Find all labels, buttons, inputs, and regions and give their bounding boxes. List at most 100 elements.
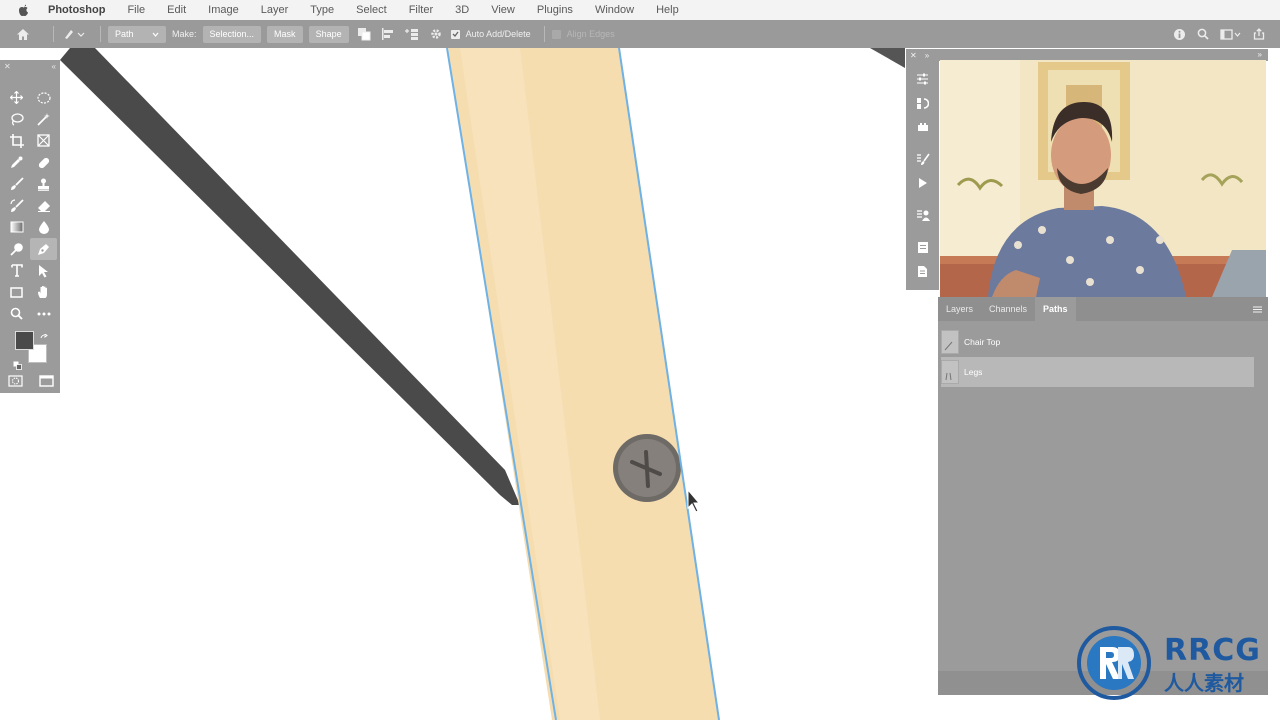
- path-mode-select[interactable]: Path: [108, 25, 166, 43]
- align-edges-label: Align Edges: [566, 29, 615, 39]
- pen-tool-preset-icon[interactable]: [61, 25, 87, 43]
- menu-image[interactable]: Image: [208, 4, 239, 16]
- home-icon[interactable]: [14, 25, 32, 43]
- path-row-legs[interactable]: Legs: [941, 357, 1254, 387]
- history-brush-icon[interactable]: [3, 195, 30, 217]
- menu-select[interactable]: Select: [356, 4, 387, 16]
- path-select-icon[interactable]: [30, 260, 57, 282]
- magic-wand-icon[interactable]: [30, 109, 57, 131]
- path-name: Legs: [964, 367, 983, 377]
- share-icon[interactable]: [1250, 25, 1268, 43]
- menu-edit[interactable]: Edit: [167, 4, 186, 16]
- rectangle-icon[interactable]: [3, 281, 30, 303]
- dock-header: ✕ »: [906, 49, 939, 61]
- path-thumbnail: [941, 330, 959, 354]
- brush-icon[interactable]: [3, 173, 30, 195]
- instructor-video: [940, 60, 1266, 297]
- watermark-brand: RRCG: [1164, 633, 1261, 668]
- actions-play-icon[interactable]: [906, 171, 939, 195]
- default-colors-icon[interactable]: [13, 357, 22, 375]
- adjustments-icon[interactable]: [906, 67, 939, 91]
- tab-channels[interactable]: Channels: [981, 297, 1035, 321]
- zoom-icon[interactable]: [3, 303, 30, 325]
- tab-paths[interactable]: Paths: [1035, 297, 1076, 321]
- make-label: Make:: [172, 29, 197, 39]
- history-doc-icon[interactable]: [906, 259, 939, 283]
- panel-tabs: Layers Channels Paths: [938, 297, 1268, 321]
- notes-icon[interactable]: [906, 235, 939, 259]
- tools-bottom-row: [8, 374, 54, 392]
- menu-plugins[interactable]: Plugins: [537, 4, 573, 16]
- options-bar-right: [1170, 25, 1274, 43]
- collapse-icon[interactable]: «: [52, 62, 56, 71]
- auto-add-delete-checkbox[interactable]: [450, 29, 460, 39]
- menu-view[interactable]: View: [491, 4, 515, 16]
- path-arrangement-icon[interactable]: [403, 25, 421, 43]
- path-mode-value: Path: [115, 29, 134, 39]
- close-icon[interactable]: ✕: [910, 51, 917, 60]
- quick-mask-icon[interactable]: [8, 374, 23, 392]
- more-tools-icon[interactable]: [30, 303, 57, 325]
- properties-icon[interactable]: [906, 115, 939, 139]
- pen-icon[interactable]: [30, 238, 57, 260]
- paths-list: Chair Top Legs: [938, 321, 1268, 387]
- menu-3d[interactable]: 3D: [455, 4, 469, 16]
- healing-icon[interactable]: [30, 152, 57, 174]
- panel-dock: ✕ »: [906, 49, 939, 290]
- crop-icon[interactable]: [3, 130, 30, 152]
- blur-icon[interactable]: [30, 217, 57, 239]
- align-edges-checkbox: [551, 29, 561, 39]
- learn-icon[interactable]: [1170, 25, 1188, 43]
- path-row-chair-top[interactable]: Chair Top: [941, 327, 1254, 357]
- path-alignment-icon[interactable]: [379, 25, 397, 43]
- search-icon[interactable]: [1194, 25, 1212, 43]
- menu-layer[interactable]: Layer: [261, 4, 289, 16]
- panel-menu-icon[interactable]: [1253, 305, 1262, 315]
- make-mask-button[interactable]: Mask: [267, 25, 303, 43]
- menu-filter[interactable]: Filter: [409, 4, 433, 16]
- foreground-color-swatch[interactable]: [15, 331, 34, 350]
- instructor-video-image: [940, 60, 1266, 297]
- watermark-logo: RRCG 人人素材: [1074, 625, 1274, 701]
- tab-layers[interactable]: Layers: [938, 297, 981, 321]
- swap-colors-icon[interactable]: [40, 330, 49, 348]
- chevron-down-icon: [152, 29, 159, 39]
- character-styles-icon[interactable]: [906, 203, 939, 227]
- menu-window[interactable]: Window: [595, 4, 634, 16]
- tools-panel: ✕ «: [0, 60, 60, 393]
- workspace-icon[interactable]: [1218, 25, 1244, 43]
- close-icon[interactable]: ✕: [4, 62, 11, 71]
- hand-icon[interactable]: [30, 281, 57, 303]
- watermark-emblem-icon: [1077, 626, 1151, 700]
- options-bar: Path Make: Selection... Mask Shape Auto …: [0, 20, 1280, 48]
- mouse-cursor: [687, 488, 701, 513]
- type-icon[interactable]: [3, 260, 30, 282]
- expand-icon[interactable]: »: [1258, 50, 1262, 59]
- menu-help[interactable]: Help: [656, 4, 679, 16]
- menu-app-name[interactable]: Photoshop: [48, 4, 105, 16]
- eraser-icon[interactable]: [30, 195, 57, 217]
- gradient-icon[interactable]: [3, 217, 30, 239]
- gear-icon[interactable]: [427, 25, 445, 43]
- watermark-subtitle: 人人素材: [1164, 671, 1244, 695]
- marquee-icon[interactable]: [30, 87, 57, 109]
- screen-mode-icon[interactable]: [39, 374, 54, 392]
- path-operations-icon[interactable]: [355, 25, 373, 43]
- tools-panel-header: ✕ «: [0, 60, 60, 72]
- menu-file[interactable]: File: [127, 4, 145, 16]
- libraries-icon[interactable]: [906, 91, 939, 115]
- path-name: Chair Top: [964, 337, 1001, 347]
- make-shape-button[interactable]: Shape: [308, 25, 349, 43]
- move-icon[interactable]: [3, 87, 30, 109]
- expand-icon[interactable]: »: [925, 51, 929, 60]
- apple-icon[interactable]: [16, 3, 30, 17]
- frame-icon[interactable]: [30, 130, 57, 152]
- lasso-icon[interactable]: [3, 109, 30, 131]
- menu-type[interactable]: Type: [310, 4, 334, 16]
- tools-grid: [0, 72, 60, 325]
- brushes-panel-icon[interactable]: [906, 147, 939, 171]
- stamp-icon[interactable]: [30, 173, 57, 195]
- make-selection-button[interactable]: Selection...: [202, 25, 262, 43]
- dodge-icon[interactable]: [3, 238, 30, 260]
- eyedropper-icon[interactable]: [3, 152, 30, 174]
